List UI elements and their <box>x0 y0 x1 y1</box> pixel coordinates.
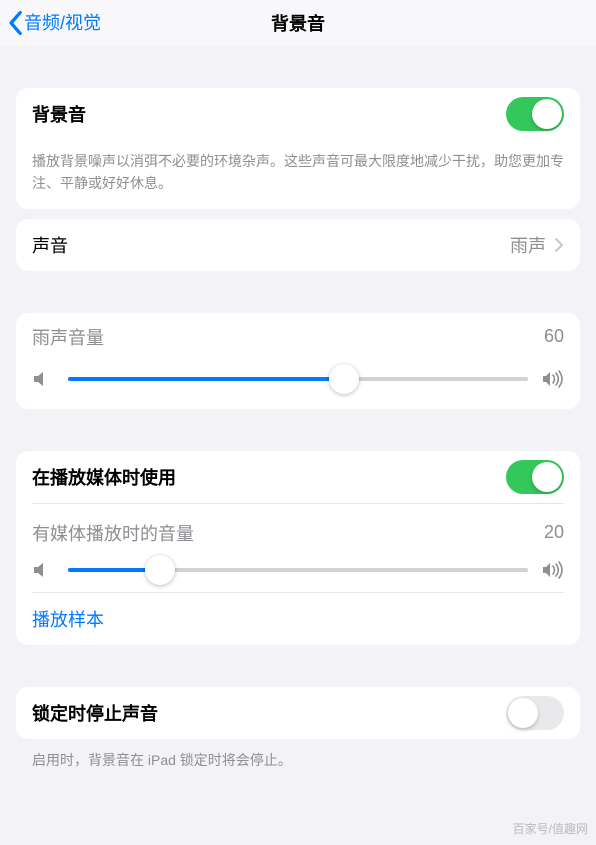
media-volume-label: 有媒体播放时的音量 <box>32 520 194 546</box>
background-sound-label: 背景音 <box>32 101 86 127</box>
background-sound-footer: 播放背景噪声以消弭不必要的环境杂声。这些声音可最大限度地减少干扰，助您更加专注、… <box>32 140 564 209</box>
media-volume-slider[interactable] <box>68 568 528 572</box>
section-stop-on-lock: 锁定时停止声音 <box>16 687 580 739</box>
section-rain-volume: 雨声音量 60 <box>16 313 580 409</box>
background-sound-toggle[interactable] <box>506 97 564 131</box>
stop-on-lock-footer: 启用时，背景音在 iPad 锁定时将会停止。 <box>16 739 580 785</box>
row-background-sound-toggle[interactable]: 背景音 <box>32 88 564 140</box>
stop-on-lock-label: 锁定时停止声音 <box>32 700 158 726</box>
nav-header: 音频/视觉 背景音 <box>0 0 596 46</box>
sound-value: 雨声 <box>510 232 546 258</box>
back-button[interactable]: 音频/视觉 <box>6 10 101 36</box>
volume-high-icon <box>542 369 564 389</box>
section-background-sound: 背景音 播放背景噪声以消弭不必要的环境杂声。这些声音可最大限度地减少干扰，助您更… <box>16 88 580 209</box>
back-label: 音频/视觉 <box>24 14 101 32</box>
row-rain-volume-label: 雨声音量 60 <box>32 313 564 361</box>
sound-label: 声音 <box>32 232 68 258</box>
use-with-media-toggle[interactable] <box>506 460 564 494</box>
chevron-left-icon <box>6 10 24 36</box>
play-sample-link: 播放样本 <box>32 606 104 632</box>
row-media-volume-label: 有媒体播放时的音量 20 <box>32 504 564 552</box>
use-with-media-label: 在播放媒体时使用 <box>32 464 176 490</box>
section-sound: 声音 雨声 <box>16 219 580 271</box>
watermark: 百家号/值趣网 <box>513 820 588 837</box>
media-volume-value: 20 <box>544 522 564 543</box>
row-stop-on-lock[interactable]: 锁定时停止声音 <box>32 687 564 739</box>
stop-on-lock-toggle[interactable] <box>506 696 564 730</box>
volume-low-icon <box>32 560 54 580</box>
rain-volume-label: 雨声音量 <box>32 324 104 350</box>
row-use-with-media[interactable]: 在播放媒体时使用 <box>32 451 564 503</box>
media-volume-slider-row <box>32 552 564 592</box>
rain-volume-slider-row <box>32 361 564 409</box>
section-media: 在播放媒体时使用 有媒体播放时的音量 20 播放样本 <box>16 451 580 645</box>
volume-high-icon <box>542 560 564 580</box>
row-sound[interactable]: 声音 雨声 <box>32 219 564 271</box>
volume-low-icon <box>32 369 54 389</box>
chevron-right-icon <box>554 237 564 253</box>
rain-volume-value: 60 <box>544 326 564 347</box>
rain-volume-slider[interactable] <box>68 377 528 381</box>
row-play-sample[interactable]: 播放样本 <box>32 593 564 645</box>
